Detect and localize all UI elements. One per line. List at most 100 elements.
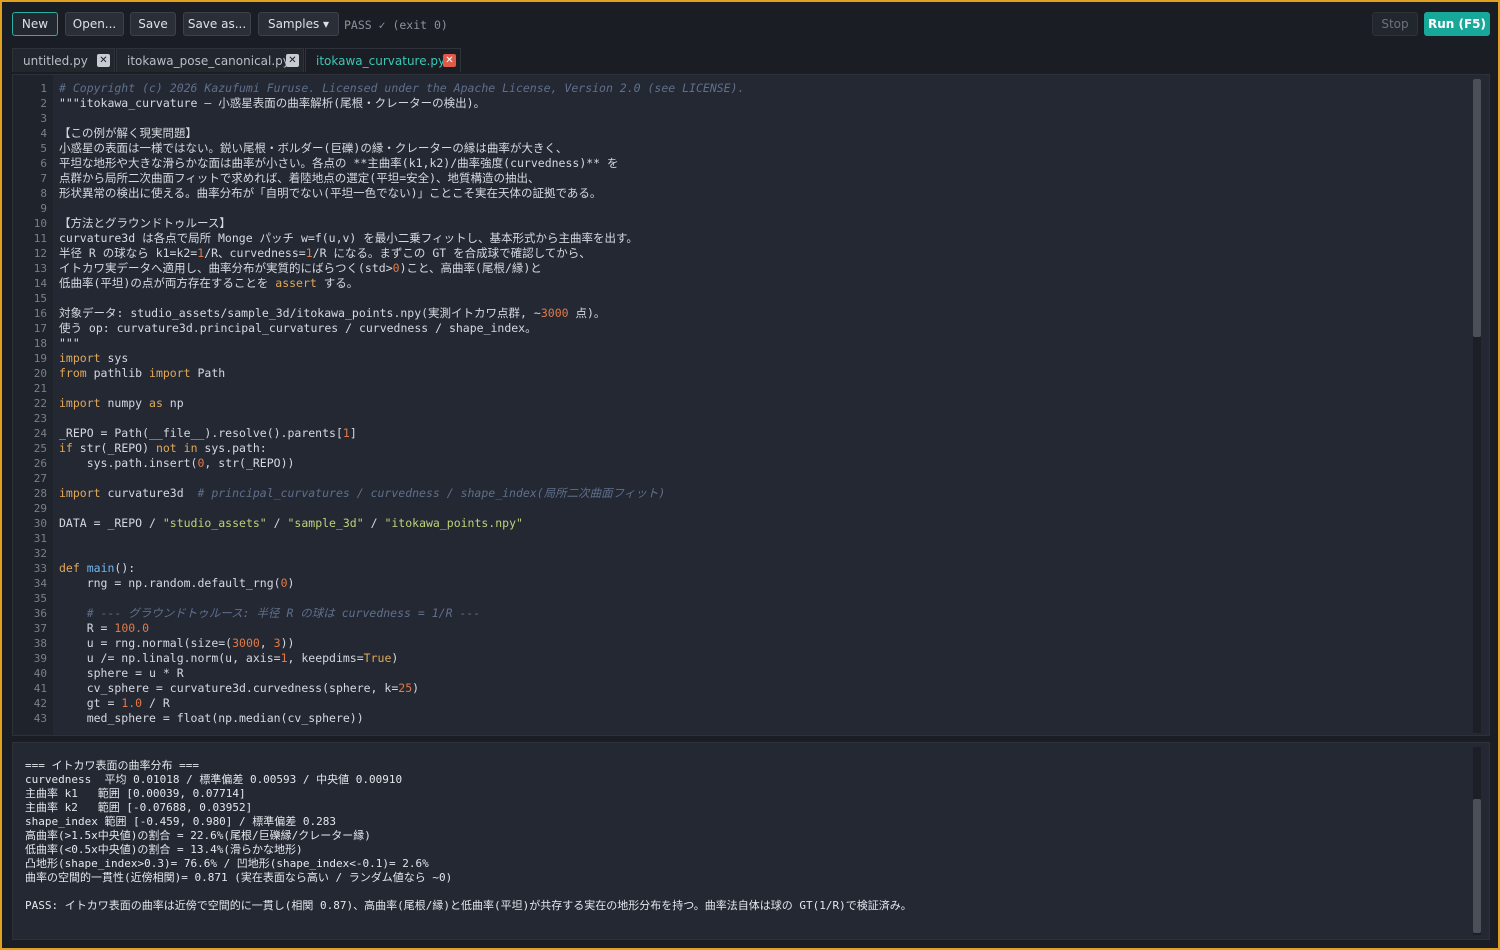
- line-number: 36: [33, 607, 47, 620]
- code-token: 1: [280, 651, 288, 665]
- code-token: sys: [100, 351, 129, 365]
- tab-untitled[interactable]: untitled.py ✕: [12, 48, 115, 72]
- code-token: not in: [155, 441, 198, 455]
- code-token: 3000: [232, 636, 260, 650]
- line-number: 28: [33, 487, 47, 500]
- code-line: 小惑星の表面は一様ではない。鋭い尾根・ボルダー(巨礫)の縁・クレーターの縁は曲率…: [59, 141, 1469, 156]
- line-number: 1: [40, 82, 47, 95]
- code-token: 形状異常の検出に使える。曲率分布が「自明でない(平坦一色でない)」ことこそ実在天…: [59, 186, 602, 200]
- tab-label: itokawa_curvature.py: [316, 54, 446, 68]
- close-icon[interactable]: ✕: [286, 54, 299, 67]
- line-number: 33: [33, 562, 47, 575]
- code-token: med_sphere = float(np.median(cv_sphere)): [59, 711, 364, 725]
- line-number: 13: [33, 262, 47, 275]
- output-line: === イトカワ表面の曲率分布 ===: [25, 759, 199, 772]
- code-token: 低曲率(平坦)の点が両方存在することを: [59, 276, 276, 290]
- code-token: import: [59, 351, 101, 365]
- editor-scrollbar[interactable]: [1473, 79, 1481, 733]
- line-number: 4: [40, 127, 47, 140]
- code-area[interactable]: # Copyright (c) 2026 Kazufumi Furuse. Li…: [59, 81, 1469, 726]
- code-line: """: [59, 336, 1469, 351]
- line-number: 42: [33, 697, 47, 710]
- code-token: sys.path:: [197, 441, 267, 455]
- output-line: 曲率の空間的一貫性(近傍相関)= 0.871 (実在表面なら高い / ランダム値…: [25, 871, 453, 884]
- code-token: 小惑星の表面は一様ではない。鋭い尾根・ボルダー(巨礫)の縁・クレーターの縁は曲率…: [59, 141, 568, 155]
- close-icon[interactable]: ✕: [443, 54, 456, 67]
- line-number-gutter: 1 2 3 4 5 6 7 8 9 10 11 12 13 14 15 16 17 18 19 20 21 22 23 24 2…: [13, 75, 53, 735]
- code-token: curvature3d: [100, 486, 198, 500]
- samples-dropdown[interactable]: Samples ▾: [258, 12, 339, 36]
- code-token: 0: [280, 576, 288, 590]
- save-as-button[interactable]: Save as...: [183, 12, 251, 36]
- code-token: u = rng.normal(size=(: [59, 636, 233, 650]
- code-token: main: [86, 561, 115, 575]
- code-token: 25: [398, 681, 413, 695]
- code-token: rng = np.random.default_rng(: [59, 576, 281, 590]
- code-token: _REPO = Path(__file__).resolve().parents…: [59, 426, 343, 440]
- line-number: 14: [33, 277, 47, 290]
- code-token: ): [412, 681, 420, 695]
- output-scrollbar-thumb[interactable]: [1473, 799, 1481, 933]
- output-line: PASS: イトカワ表面の曲率は近傍で空間的に一貫し(相関 0.87)、高曲率(…: [25, 899, 912, 912]
- code-line: import curvature3d # principal_curvature…: [59, 486, 1469, 501]
- code-token: True: [363, 651, 392, 665]
- new-button[interactable]: New: [12, 12, 58, 36]
- code-line: rng = np.random.default_rng(0): [59, 576, 1469, 591]
- code-line: # --- グラウンドトゥルース: 半径 R の球は curvedness = …: [59, 606, 1469, 621]
- code-line: sys.path.insert(0, str(_REPO)): [59, 456, 1469, 471]
- code-token: 1.0: [121, 696, 143, 710]
- code-line: gt = 1.0 / R: [59, 696, 1469, 711]
- code-token: "sample_3d": [287, 516, 364, 530]
- close-icon[interactable]: ✕: [97, 54, 110, 67]
- save-button[interactable]: Save: [130, 12, 176, 36]
- output-line: 凸地形(shape_index>0.3)= 76.6% / 凹地形(shape_…: [25, 857, 429, 870]
- tab-itokawa-pose-canonical[interactable]: itokawa_pose_canonical.py ✕: [116, 48, 304, 72]
- code-line: 【方法とグラウンドトゥルース】: [59, 216, 1469, 231]
- line-number: 20: [33, 367, 47, 380]
- line-number: 43: [33, 712, 47, 725]
- code-token: , str(_REPO)): [204, 456, 295, 470]
- open-button[interactable]: Open...: [65, 12, 124, 36]
- stop-button[interactable]: Stop: [1372, 12, 1418, 36]
- code-line: 点群から局所二次曲面フィットで求めれば、着陸地点の選定(平坦=安全)、地質構造の…: [59, 171, 1469, 186]
- code-line: if str(_REPO) not in sys.path:: [59, 441, 1469, 456]
- output-scrollbar[interactable]: [1473, 747, 1481, 935]
- code-token: 点群から局所二次曲面フィットで求めれば、着陸地点の選定(平坦=安全)、地質構造の…: [59, 171, 540, 185]
- editor-scrollbar-thumb[interactable]: [1473, 79, 1481, 337]
- code-line: med_sphere = float(np.median(cv_sphere)): [59, 711, 1469, 726]
- code-token: )こと、高曲率(尾根/縁)と: [399, 261, 542, 275]
- code-token: sys.path.insert(: [59, 456, 198, 470]
- code-token: /R になる。まずこの GT を合成球で確認してから、: [312, 246, 591, 260]
- code-token: pathlib: [86, 366, 150, 380]
- line-number: 27: [33, 472, 47, 485]
- code-token: """: [59, 336, 80, 350]
- line-number: 11: [33, 232, 47, 245]
- code-token: cv_sphere = curvature3d.curvedness(spher…: [59, 681, 399, 695]
- code-line: import numpy as np: [59, 396, 1469, 411]
- code-token: /: [266, 516, 288, 530]
- code-token: R =: [59, 621, 115, 635]
- line-number: 5: [40, 142, 47, 155]
- line-number: 22: [33, 397, 47, 410]
- code-token: /: [363, 516, 385, 530]
- line-number: 30: [33, 517, 47, 530]
- tab-itokawa-curvature[interactable]: itokawa_curvature.py ✕: [305, 48, 461, 72]
- run-button[interactable]: Run (F5): [1424, 12, 1490, 36]
- code-token: sphere = u * R: [59, 666, 184, 680]
- code-line: 半径 R の球なら k1=k2=1/R、curvedness=1/R になる。ま…: [59, 246, 1469, 261]
- code-token: Path: [190, 366, 226, 380]
- line-number: 31: [33, 532, 47, 545]
- code-token: イトカワ実データへ適用し、曲率分布が実質的にばらつく(std>: [59, 261, 393, 275]
- line-number: 9: [40, 202, 47, 215]
- code-editor[interactable]: 1 2 3 4 5 6 7 8 9 10 11 12 13 14 15 16 17 18 19 20 21 22 23 24 2…: [12, 74, 1490, 736]
- code-token: )): [280, 636, 295, 650]
- line-number: 25: [33, 442, 47, 455]
- code-token: 【この例が解く現実問題】: [59, 126, 197, 140]
- line-number: 23: [33, 412, 47, 425]
